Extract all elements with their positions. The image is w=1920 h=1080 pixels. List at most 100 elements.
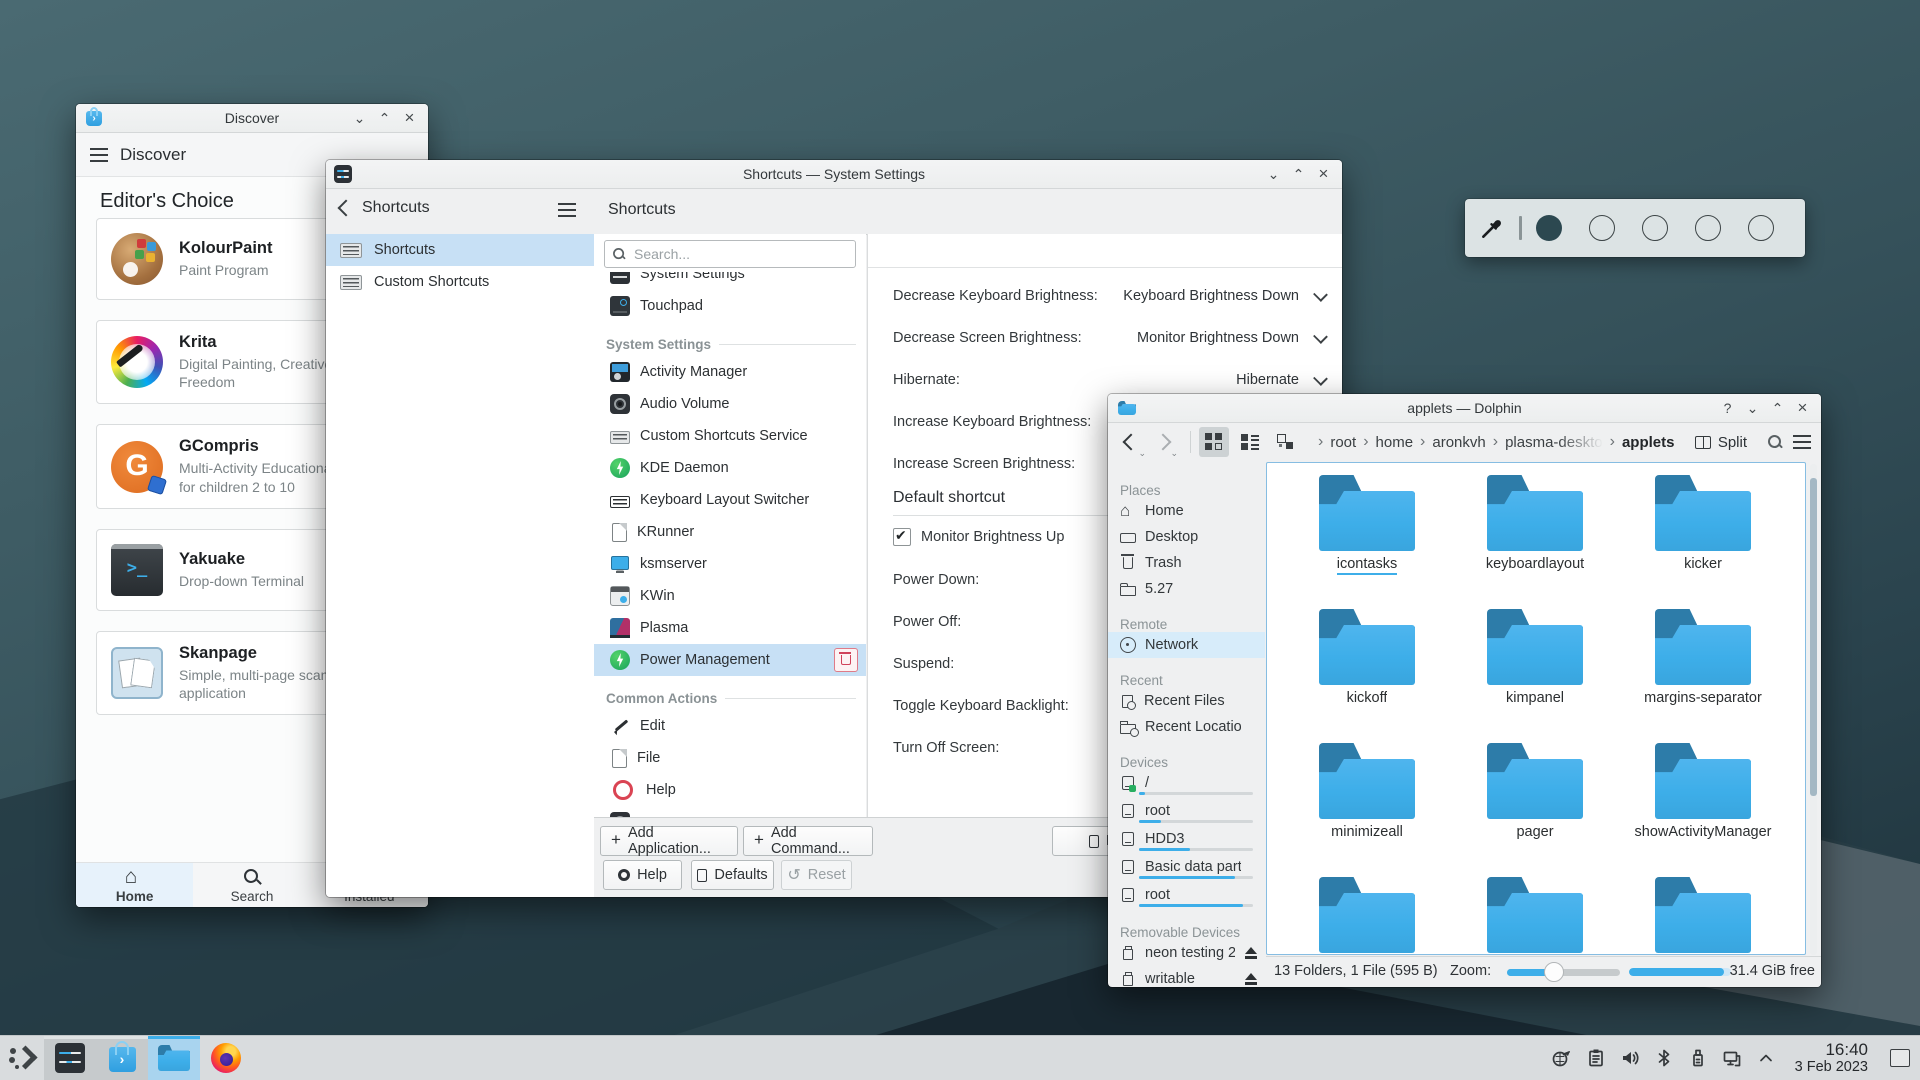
add-application-button[interactable]: Add Application... — [600, 825, 738, 857]
places-entry[interactable]: Recent Locations — [1108, 714, 1265, 740]
compact-view-button[interactable] — [1235, 427, 1265, 457]
search-icon[interactable] — [1767, 434, 1783, 450]
sidebar-item-shortcuts[interactable]: Shortcuts — [326, 234, 594, 266]
maximize-button[interactable] — [1286, 160, 1311, 188]
places-entry[interactable]: / — [1108, 770, 1265, 798]
bluetooth-icon[interactable] — [1653, 1047, 1675, 1069]
shortcut-app-row[interactable]: KWin — [594, 580, 866, 612]
shortcut-app-row[interactable]: File — [594, 742, 866, 774]
shortcut-app-row[interactable]: KRunner — [594, 516, 866, 548]
shortcut-app-row[interactable]: Power Management — [594, 644, 866, 676]
places-entry[interactable]: Home — [1108, 498, 1265, 524]
minimize-button[interactable] — [1740, 394, 1765, 422]
defaults-button[interactable]: Defaults — [691, 860, 774, 890]
shortcut-app-row[interactable]: Plasma — [594, 612, 866, 644]
places-entry[interactable]: Recent Files — [1108, 688, 1265, 714]
delete-shortcut-button[interactable] — [834, 648, 858, 672]
sidebar-menu-icon[interactable] — [558, 203, 576, 217]
places-entry[interactable]: writable — [1108, 966, 1265, 987]
dolphin-titlebar[interactable]: applets — Dolphin — [1108, 394, 1821, 423]
places-entry[interactable]: Remote — [1108, 606, 1265, 632]
places-entry[interactable]: Trash — [1108, 550, 1265, 576]
empty-color-swatch[interactable] — [1589, 215, 1615, 241]
task-firefox[interactable] — [200, 1036, 252, 1080]
places-entry[interactable]: root — [1108, 882, 1265, 910]
places-entry[interactable]: HDD3 — [1108, 826, 1265, 854]
folder-item[interactable]: kickoff — [1283, 609, 1451, 711]
places-entry[interactable]: Devices — [1108, 744, 1265, 770]
breadcrumb-item[interactable]: home — [1376, 434, 1414, 451]
eyedropper-icon[interactable] — [1479, 215, 1505, 241]
details-view-button[interactable] — [1271, 427, 1301, 457]
task-system-settings[interactable] — [44, 1036, 96, 1080]
eject-icon[interactable] — [1244, 947, 1257, 959]
close-button[interactable] — [1311, 160, 1336, 188]
add-command-button[interactable]: Add Command... — [743, 825, 873, 857]
icons-view-button[interactable] — [1199, 427, 1229, 457]
back-button[interactable] — [1118, 429, 1146, 459]
discover-nav-tab[interactable]: Search — [193, 863, 310, 907]
back-button[interactable]: Shortcuts — [337, 199, 430, 217]
empty-color-swatch[interactable] — [1695, 215, 1721, 241]
reset-button[interactable]: Reset — [781, 860, 852, 890]
settings-titlebar[interactable]: Shortcuts — System Settings — [326, 160, 1342, 189]
folder-item[interactable]: margins-separator — [1619, 609, 1787, 711]
close-button[interactable] — [397, 104, 422, 132]
chevron-down-icon[interactable] — [1313, 328, 1328, 344]
folder-item[interactable]: icontasks — [1283, 475, 1451, 577]
maximize-button[interactable] — [1765, 394, 1790, 422]
app-launcher-button[interactable] — [0, 1036, 44, 1080]
shortcut-assignment-row[interactable]: Decrease Keyboard Brightness: Keyboard B… — [893, 275, 1330, 317]
shortcut-app-row[interactable]: Activity Manager — [594, 356, 866, 388]
breadcrumb-item[interactable]: applets — [1622, 434, 1675, 451]
folder-item[interactable]: kicker — [1619, 475, 1787, 577]
task-discover[interactable] — [96, 1036, 148, 1080]
places-entry[interactable]: Network — [1108, 632, 1265, 658]
shortcut-app-row[interactable]: Edit — [594, 710, 866, 742]
split-button[interactable]: Split — [1694, 434, 1747, 451]
empty-color-swatch[interactable] — [1748, 215, 1774, 241]
chevron-down-icon[interactable] — [1313, 286, 1328, 302]
places-entry[interactable]: 5.27 — [1108, 576, 1265, 602]
places-entry[interactable]: root — [1108, 798, 1265, 826]
folder-item[interactable]: kimpanel — [1451, 609, 1619, 711]
task-dolphin[interactable] — [148, 1036, 200, 1080]
shortcut-app-row[interactable]: Help — [594, 774, 866, 806]
places-entry[interactable]: Recent — [1108, 662, 1265, 688]
places-entry[interactable]: neon testing 2... — [1108, 940, 1265, 966]
folder-item[interactable] — [1283, 877, 1451, 954]
places-entry[interactable]: Places — [1108, 472, 1265, 498]
shortcut-app-row[interactable]: ksmserver — [594, 548, 866, 580]
places-entry[interactable]: Basic data partiti... — [1108, 854, 1265, 882]
shortcut-app-row[interactable]: Audio Volume — [594, 388, 866, 420]
clipboard-icon[interactable] — [1585, 1047, 1607, 1069]
sidebar-item-custom-shortcuts[interactable]: Custom Shortcuts — [326, 266, 594, 298]
zoom-slider[interactable] — [1507, 962, 1620, 982]
folder-item[interactable]: showActivityManager — [1619, 743, 1787, 845]
help-button[interactable]: Help — [603, 860, 682, 890]
removable-media-icon[interactable] — [1687, 1047, 1709, 1069]
chevron-down-icon[interactable] — [1313, 370, 1328, 386]
maximize-button[interactable] — [372, 104, 397, 132]
hamburger-menu-icon[interactable] — [1793, 435, 1811, 449]
eject-icon[interactable] — [1244, 973, 1257, 985]
zoom-slider-handle[interactable] — [1544, 962, 1564, 982]
places-entry[interactable]: Desktop — [1108, 524, 1265, 550]
show-desktop-button[interactable] — [1890, 1049, 1910, 1067]
default-shortcut-checkbox[interactable] — [893, 527, 911, 546]
breadcrumb-item[interactable]: root — [1330, 434, 1356, 451]
shortcut-app-row[interactable]: Custom Shortcuts Service — [594, 420, 866, 452]
folder-item[interactable]: pager — [1451, 743, 1619, 845]
folder-item[interactable]: minimizeall — [1283, 743, 1451, 845]
shortcut-app-row[interactable]: System Settings — [594, 272, 866, 290]
folder-item[interactable]: keyboardlayout — [1451, 475, 1619, 577]
search-input[interactable] — [632, 245, 816, 263]
folder-item[interactable] — [1451, 877, 1619, 954]
breadcrumb-item[interactable]: aronkvh — [1432, 434, 1485, 451]
help-button[interactable] — [1715, 394, 1740, 422]
minimize-button[interactable] — [347, 104, 372, 132]
folder-item[interactable] — [1619, 877, 1787, 954]
clock-widget[interactable]: 16:40 3 Feb 2023 — [1795, 1040, 1868, 1075]
volume-icon[interactable] — [1619, 1047, 1641, 1069]
forward-button[interactable] — [1150, 429, 1178, 459]
